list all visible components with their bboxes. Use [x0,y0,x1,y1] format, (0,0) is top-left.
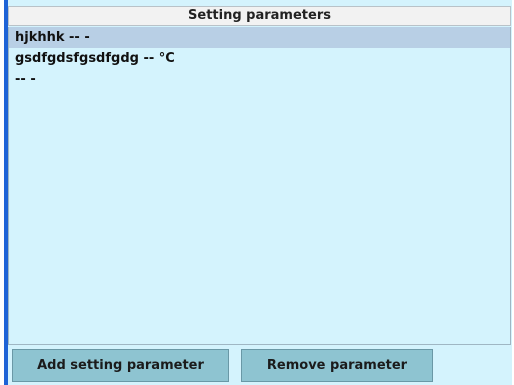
add-setting-parameter-button[interactable]: Add setting parameter [12,349,229,382]
list-item[interactable]: gsdfgdsfgsdfgdg -- °C [9,48,510,69]
setting-parameters-panel: Setting parameters hjkhhk -- - gsdfgdsfg… [8,0,512,385]
setting-parameters-window: Setting parameters hjkhhk -- - gsdfgdsfg… [0,0,514,385]
list-item-label: gsdfgdsfgsdfgdg -- °C [15,51,175,66]
button-bar: Add setting parameter Remove parameter [8,345,511,385]
table-header-title: Setting parameters [188,8,331,23]
list-item-label: -- - [15,72,36,87]
remove-parameter-button[interactable]: Remove parameter [241,349,433,382]
list-item[interactable]: -- - [9,69,510,90]
parameter-list[interactable]: hjkhhk -- - gsdfgdsfgsdfgdg -- °C -- - [8,27,511,345]
list-item-label: hjkhhk -- - [15,30,90,45]
list-item[interactable]: hjkhhk -- - [9,27,510,48]
table-header: Setting parameters [8,6,511,26]
